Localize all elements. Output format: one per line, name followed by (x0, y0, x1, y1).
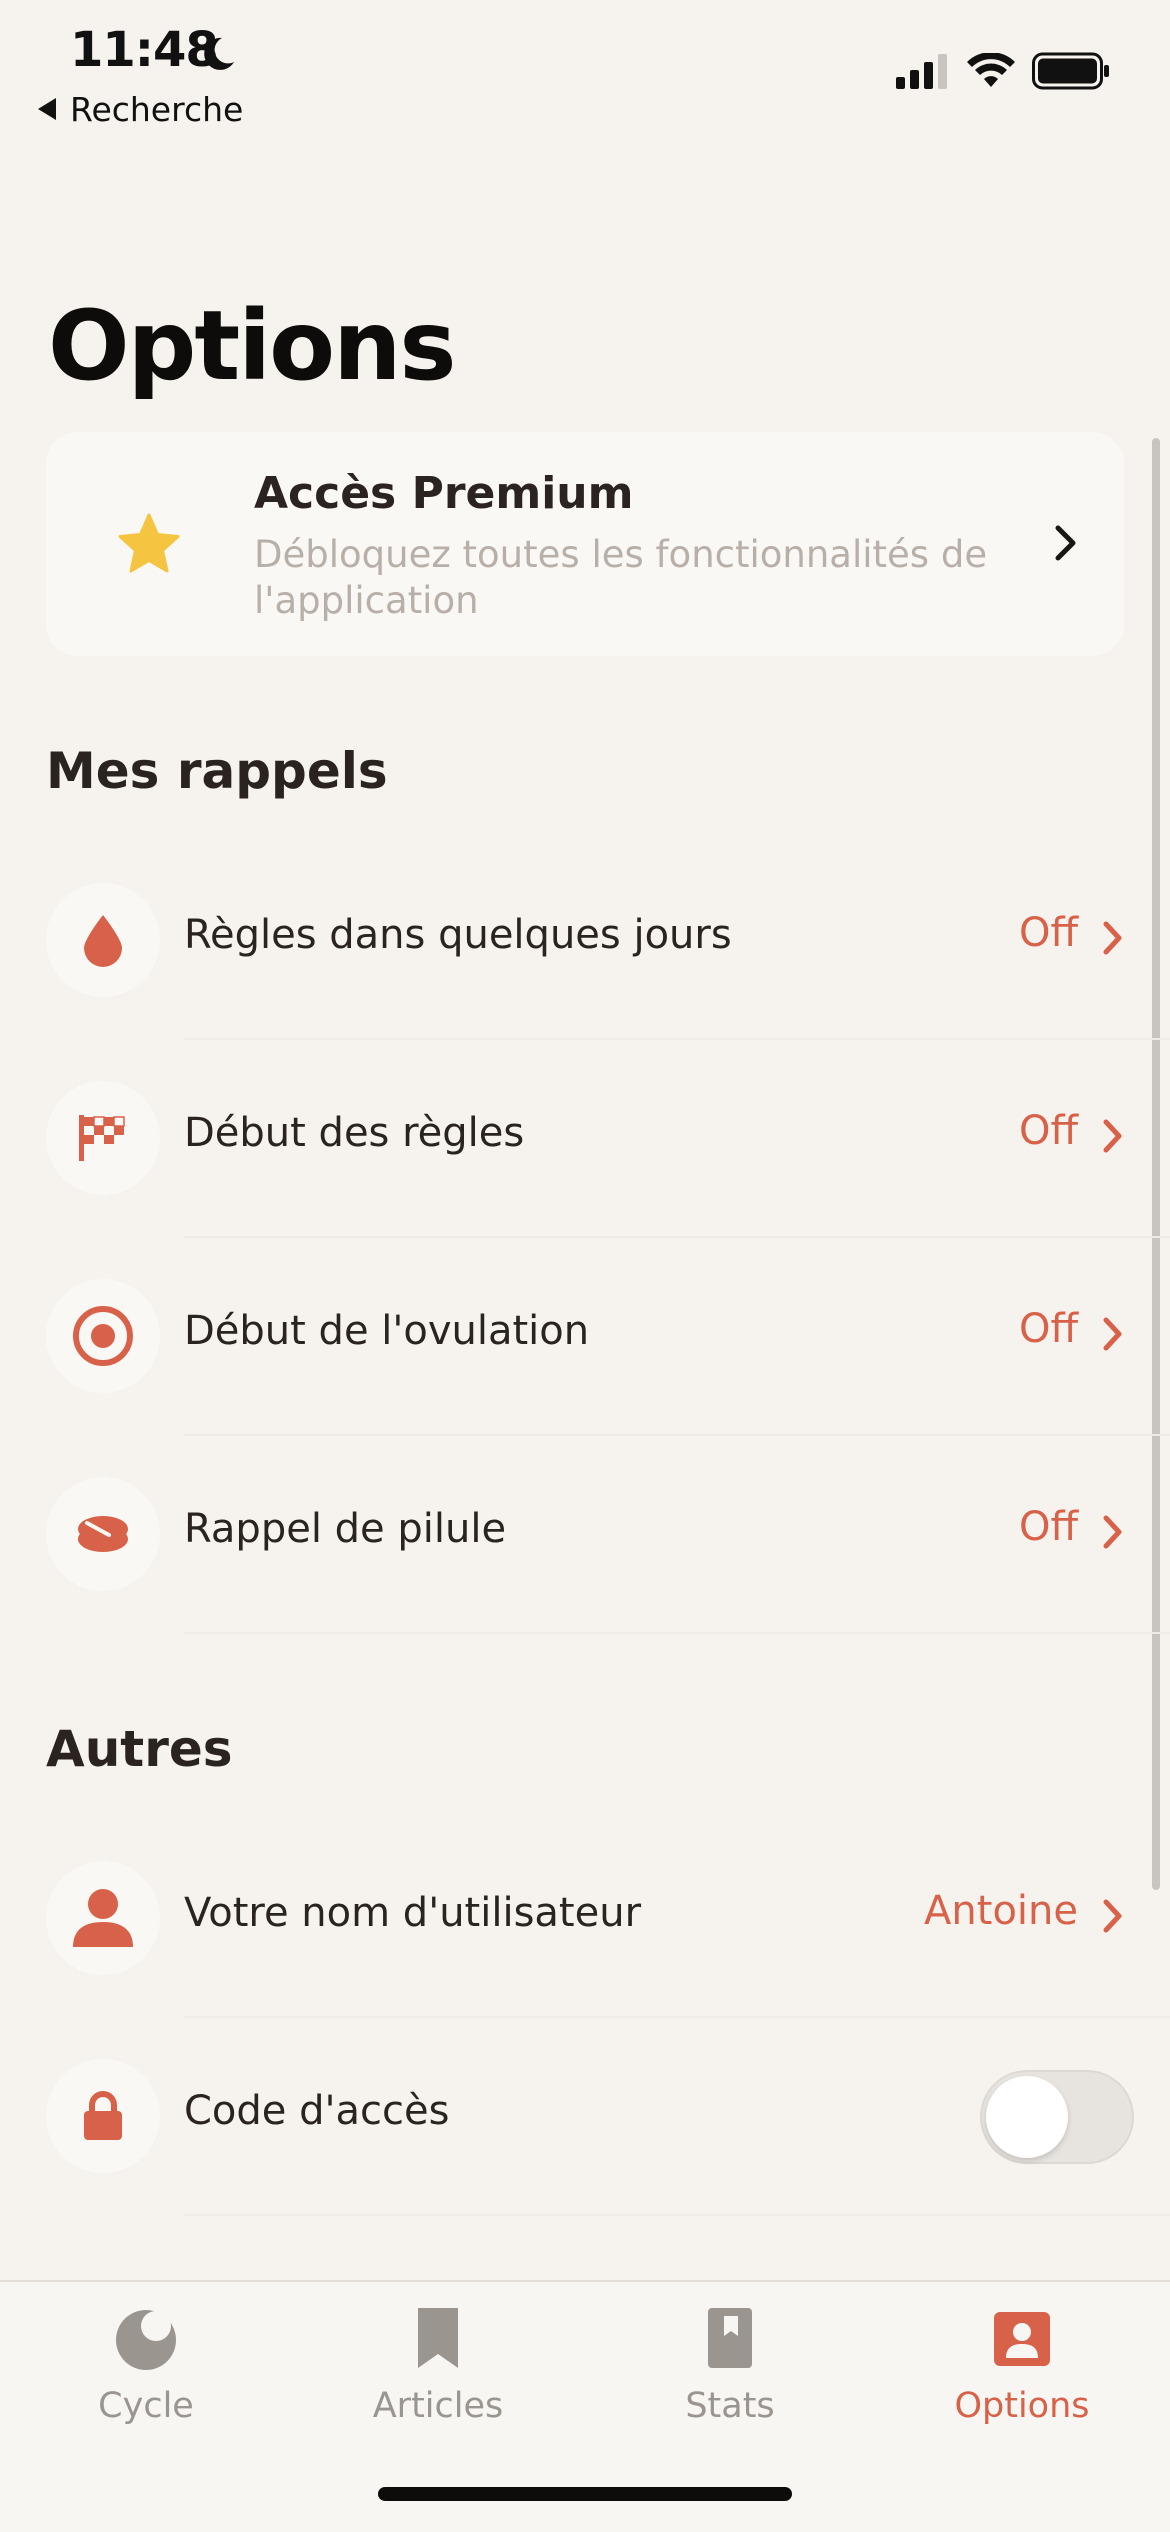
toggle-knob (986, 2076, 1068, 2158)
username-value: Antoine (924, 1888, 1078, 1934)
checkered-flag-icon (79, 1115, 125, 1161)
star-icon (118, 513, 180, 573)
reminder-status: Off (1018, 1108, 1078, 1154)
row-divider (184, 2214, 1170, 2216)
tab-stats[interactable]: Stats (584, 2302, 876, 2426)
premium-title: Accès Premium (254, 468, 634, 519)
reminder-icon-container (46, 1081, 160, 1195)
lock-icon (84, 2091, 122, 2140)
reminder-icon-container (46, 883, 160, 997)
passcode-toggle[interactable] (980, 2070, 1134, 2164)
reminder-status: Off (1018, 1306, 1078, 1352)
chevron-right-icon (1103, 921, 1122, 955)
chevron-right-icon (1103, 1317, 1122, 1351)
reminder-icon-container (46, 1279, 160, 1393)
reminder-status: Off (1018, 910, 1078, 956)
tab-label: Stats (685, 2386, 775, 2426)
battery-icon (1032, 52, 1109, 90)
back-link-label: Recherche (70, 90, 244, 129)
settings-label: Votre nom d'utilisateur (184, 1890, 642, 1936)
page-title: Options (48, 290, 457, 402)
reminder-row-periods-soon[interactable]: Règles dans quelques jours Off (0, 842, 1170, 1040)
home-indicator[interactable] (378, 2487, 792, 2501)
settings-icon-container (46, 1861, 160, 1975)
profile-icon (994, 2312, 1050, 2366)
premium-subtitle: Débloquez toutes les fonctionnalités de … (254, 533, 988, 622)
tab-label: Articles (372, 2386, 504, 2426)
reminder-icon-container (46, 1477, 160, 1591)
tab-articles[interactable]: Articles (292, 2302, 584, 2426)
tab-label: Cycle (98, 2386, 194, 2426)
chevron-right-icon (1055, 525, 1076, 561)
section-header-others: Autres (46, 1720, 233, 1778)
target-icon (73, 1306, 133, 1366)
bookmark-icon (418, 2308, 458, 2368)
moon-icon (204, 37, 234, 70)
settings-icon-container (46, 2059, 160, 2173)
section-header-reminders: Mes rappels (46, 742, 388, 800)
back-to-search-link[interactable]: Recherche (38, 90, 243, 129)
reminder-label: Règles dans quelques jours (184, 912, 732, 958)
reminder-label: Rappel de pilule (184, 1506, 507, 1552)
wifi-icon (967, 53, 1015, 87)
tab-label: Options (954, 2386, 1090, 2426)
moon-cycle-icon (116, 2310, 176, 2370)
reminder-row-ovulation-start[interactable]: Début de l'ovulation Off (0, 1238, 1170, 1436)
tab-options[interactable]: Options (876, 2302, 1168, 2426)
back-arrow-icon (38, 98, 56, 120)
settings-row-passcode: Code d'accès (0, 2018, 1170, 2216)
signal-icon (896, 54, 947, 89)
reminder-row-pill[interactable]: Rappel de pilule Off (0, 1436, 1170, 1634)
chevron-right-icon (1103, 1119, 1122, 1153)
options-screen: 11:48 Recherche Options Accès Premium Dé… (0, 0, 1170, 2532)
settings-row-username[interactable]: Votre nom d'utilisateur Antoine (0, 1820, 1170, 2018)
premium-access-card[interactable]: Accès Premium Débloquez toutes les fonct… (46, 432, 1124, 656)
drop-icon (84, 915, 122, 967)
chevron-right-icon (1103, 1515, 1122, 1549)
user-icon (73, 1889, 133, 1947)
reminder-label: Début de l'ovulation (184, 1308, 590, 1354)
reminder-status: Off (1018, 1504, 1078, 1550)
reminder-label: Début des règles (184, 1110, 525, 1156)
row-divider (184, 1632, 1170, 1634)
status-indicators (896, 52, 1110, 90)
chevron-right-icon (1103, 1899, 1122, 1933)
tab-cycle[interactable]: Cycle (0, 2302, 292, 2426)
book-icon (708, 2308, 752, 2368)
settings-label: Code d'accès (184, 2088, 450, 2134)
status-time: 11:48 (70, 22, 219, 78)
pill-icon (78, 1516, 128, 1552)
reminder-row-period-start[interactable]: Début des règles Off (0, 1040, 1170, 1238)
